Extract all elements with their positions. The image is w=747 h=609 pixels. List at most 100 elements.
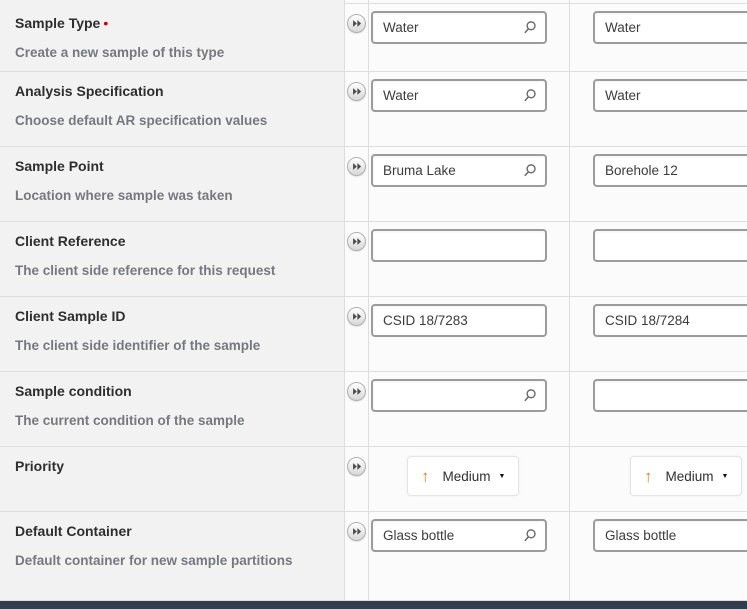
field-label: Sample Point (15, 158, 104, 174)
column2-cell (570, 222, 747, 296)
copy-cell (345, 72, 369, 146)
copy-across-button[interactable] (347, 382, 366, 401)
field-description: Choose default AR specification values (15, 110, 330, 131)
field-row-sample-type: Sample Type• Create a new sample of this… (0, 4, 747, 72)
reference-input[interactable] (593, 379, 747, 412)
priority-widget: ↑ Medium▼ (630, 456, 742, 496)
field-label-cell: Default Container Default container for … (0, 512, 345, 600)
reference-input[interactable] (371, 11, 547, 44)
copy-cell (345, 512, 369, 600)
reference-widget (593, 379, 747, 412)
column2-cell (570, 147, 747, 221)
double-arrow-right-icon (352, 87, 362, 96)
double-arrow-right-icon (352, 19, 362, 28)
text-input[interactable] (371, 304, 547, 337)
copy-across-button[interactable] (347, 14, 366, 33)
column1-cell (369, 297, 570, 371)
priority-widget: ↑ Medium ▼ (407, 456, 519, 496)
reference-input[interactable] (371, 154, 547, 187)
field-label: Priority (15, 458, 64, 474)
field-label-cell: Sample Point Location where sample was t… (0, 147, 345, 221)
text-input[interactable] (593, 229, 747, 262)
reference-input[interactable] (371, 379, 547, 412)
double-arrow-right-icon (352, 237, 362, 246)
reference-widget (593, 519, 747, 552)
field-label-cell: Analysis Specification Choose default AR… (0, 72, 345, 146)
arrow-up-icon: ↑ (421, 468, 430, 485)
column2-cell-edge (570, 0, 747, 3)
field-row-client-sample-id: Client Sample ID The client side identif… (0, 297, 747, 372)
column1-cell (369, 222, 570, 296)
field-label: Sample condition (15, 383, 132, 399)
field-label-cell: Priority (0, 447, 345, 511)
field-label: Client Reference (15, 233, 125, 249)
reference-widget (371, 519, 547, 552)
field-label-cell: Client Sample ID The client side identif… (0, 297, 345, 371)
copy-across-button[interactable] (347, 82, 366, 101)
column1-cell-edge (369, 0, 570, 3)
caret-down-icon: ▼ (722, 473, 729, 480)
text-input[interactable] (593, 304, 747, 337)
required-indicator: • (103, 15, 108, 31)
copy-across-button[interactable] (347, 232, 366, 251)
column1-cell: ↑ Medium ▼ (369, 447, 570, 511)
field-description: The client side identifier of the sample (15, 335, 330, 356)
copy-cell (345, 297, 369, 371)
column2-cell (570, 512, 747, 600)
priority-select-value: Medium (443, 469, 491, 484)
field-description: The current condition of the sample (15, 410, 330, 431)
field-row-priority: Priority ↑Medium▼ ↑Medium▼ (0, 447, 747, 512)
reference-input[interactable] (371, 79, 547, 112)
field-description: Location where sample was taken (15, 185, 330, 206)
field-row-client-reference: Client Reference The client side referen… (0, 222, 747, 297)
add-sample-form-table: Sample Type• Create a new sample of this… (0, 0, 747, 609)
field-label: Sample Type (15, 15, 100, 31)
reference-widget (371, 11, 547, 44)
field-description: Default container for new sample partiti… (15, 550, 330, 571)
copy-across-button[interactable] (347, 307, 366, 326)
double-arrow-right-icon (352, 387, 362, 396)
reference-widget (371, 79, 547, 112)
caret-down-icon: ▼ (499, 473, 506, 480)
text-input[interactable] (371, 229, 547, 262)
field-label: Default Container (15, 523, 132, 539)
reference-input[interactable] (593, 519, 747, 552)
copy-cell (345, 222, 369, 296)
priority-select[interactable]: Medium▼ (666, 469, 729, 484)
reference-widget (593, 154, 747, 187)
double-arrow-right-icon (352, 312, 362, 321)
copy-across-button[interactable] (347, 157, 366, 176)
column2-cell (570, 297, 747, 371)
field-label: Client Sample ID (15, 308, 125, 324)
reference-input[interactable] (593, 154, 747, 187)
reference-input[interactable] (593, 79, 747, 112)
double-arrow-right-icon (352, 527, 362, 536)
field-row-sample-condition: Sample condition The current condition o… (0, 372, 747, 447)
form-rows: Sample Type• Create a new sample of this… (0, 4, 747, 601)
column1-cell (369, 372, 570, 446)
copy-cell (345, 147, 369, 221)
field-description: The client side reference for this reque… (15, 260, 330, 281)
copy-cell (345, 372, 369, 446)
copy-cell-edge (345, 0, 369, 3)
column2-cell: ↑ Medium▼ (570, 447, 747, 511)
reference-widget (593, 79, 747, 112)
column1-cell (369, 147, 570, 221)
field-row-default-container: Default Container Default container for … (0, 512, 747, 601)
double-arrow-right-icon (352, 162, 362, 171)
field-label-cell: Sample Type• Create a new sample of this… (0, 4, 345, 71)
column1-cell (369, 512, 570, 600)
copy-across-button[interactable] (347, 522, 366, 541)
reference-input[interactable] (593, 11, 747, 44)
reference-input[interactable] (371, 519, 547, 552)
column2-cell (570, 72, 747, 146)
footer-bar (0, 601, 747, 609)
field-label: Analysis Specification (15, 83, 164, 99)
arrow-up-icon: ↑ (644, 468, 653, 485)
reference-widget (371, 154, 547, 187)
column1-cell (369, 4, 570, 71)
field-label-cell: Client Reference The client side referen… (0, 222, 345, 296)
copy-across-button[interactable] (347, 457, 366, 476)
priority-select[interactable]: Medium ▼ (443, 469, 506, 484)
column2-cell (570, 4, 747, 71)
